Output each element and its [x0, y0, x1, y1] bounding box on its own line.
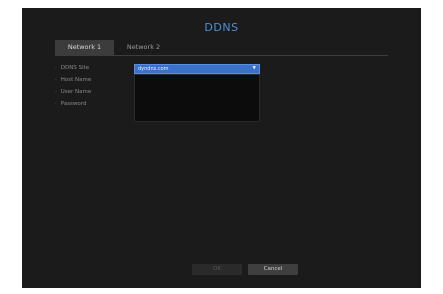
ddns-site-label: DDNS Site — [55, 64, 89, 72]
dialog-title: DDNS — [204, 21, 239, 34]
chevron-down-icon: ▼ — [252, 66, 256, 71]
tab-network-1[interactable]: Network 1 — [55, 40, 114, 55]
host-name-label: Host Name — [55, 76, 92, 84]
ddns-site-select[interactable]: dyndns.com ▼ — [134, 64, 260, 74]
ddns-dialog: DDNS Network 1 Network 2 DDNS Site Host … — [22, 8, 421, 288]
ddns-site-dropdown-list[interactable] — [134, 74, 260, 122]
user-name-label: User Name — [55, 88, 92, 96]
password-label: Password — [55, 100, 87, 108]
tab-network-2[interactable]: Network 2 — [114, 40, 173, 55]
ok-button[interactable]: OK — [192, 264, 242, 275]
tab-divider — [55, 55, 388, 56]
ddns-site-value: dyndns.com — [138, 66, 169, 72]
cancel-button[interactable]: Cancel — [248, 264, 298, 275]
tab-bar: Network 1 Network 2 — [55, 40, 173, 55]
